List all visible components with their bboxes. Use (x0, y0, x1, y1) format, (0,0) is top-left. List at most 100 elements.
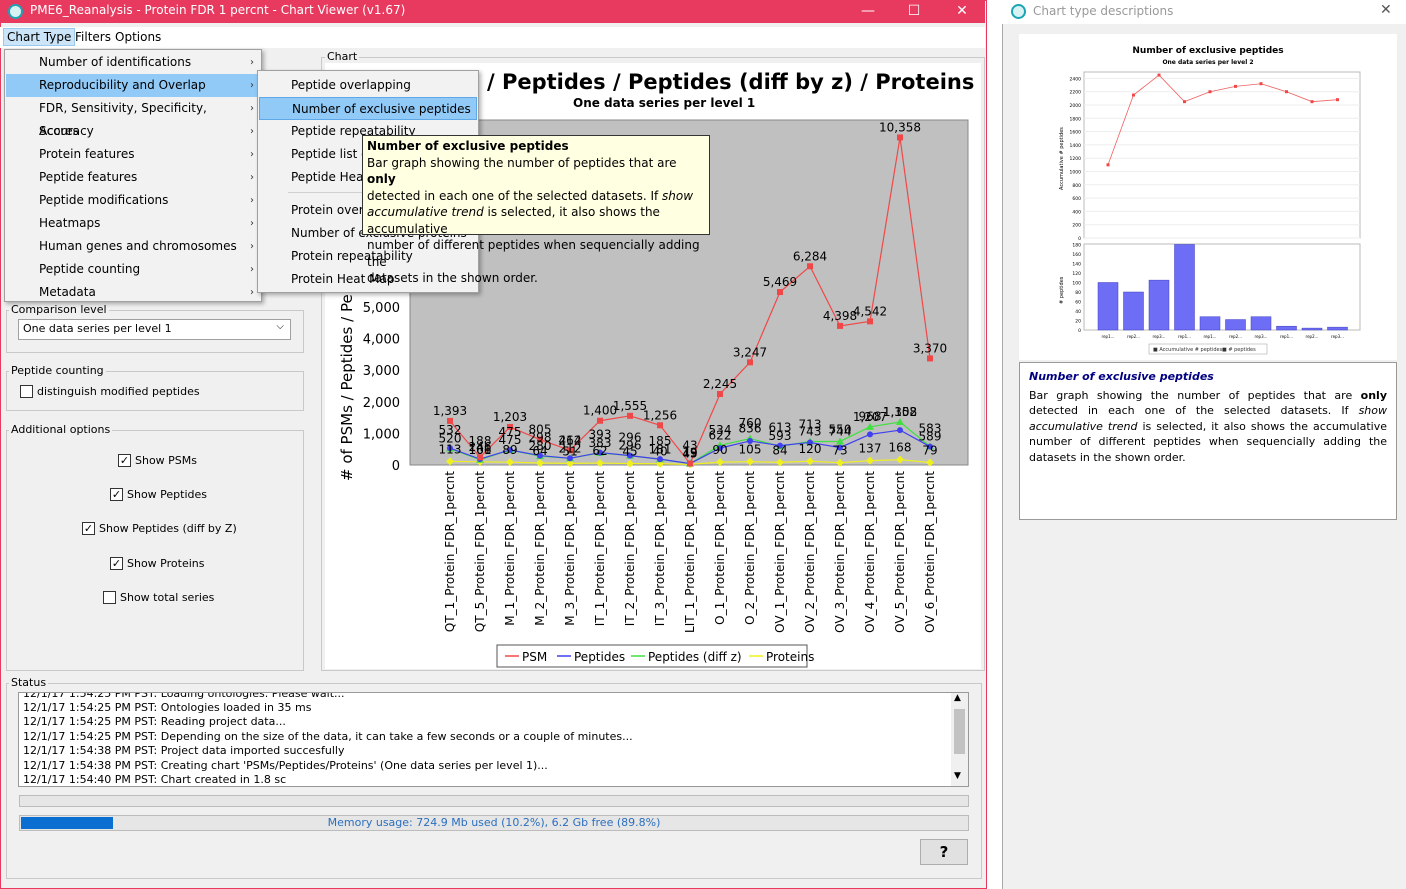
chevron-right-icon: › (250, 57, 254, 68)
data-label: 90 (712, 443, 727, 457)
submenu-item-peptide-overlapping[interactable]: Peptide overlapping (259, 74, 477, 97)
psm-point (747, 359, 753, 366)
preview-bar-y-tick: 60 (1075, 300, 1081, 306)
preview-y-label-bottom: # peptides (1059, 276, 1065, 304)
menu-item-peptide-modifications[interactable]: Peptide modifications › (6, 189, 260, 212)
menu-item-scores[interactable]: Scores › (6, 120, 260, 143)
preview-x-tick: rep1... (1102, 334, 1115, 339)
status-line: 12/1/17 1:54:25 PM PST: Depending on the… (23, 730, 633, 743)
x-tick-label: IT_2_Protein_FDR_1percnt (623, 471, 637, 627)
maximize-button[interactable]: ☐ (891, 0, 937, 23)
menu-item-reproducibility-and-overlap[interactable]: Reproducibility and Overlap › (6, 74, 260, 97)
app-icon (8, 4, 23, 19)
psm-point (837, 322, 843, 329)
y-tick-label: 3,000 (363, 364, 400, 379)
show-psms-checkbox[interactable]: ✓ Show PSMs (118, 454, 197, 467)
status-scrollbar[interactable]: ▲ ▼ (951, 693, 968, 786)
preview-bar (1148, 279, 1170, 331)
help-button[interactable]: ? (920, 839, 968, 865)
data-label: 105 (739, 443, 762, 457)
chart-group-label: Chart (325, 50, 360, 63)
show-peptides-checkbox[interactable]: ✓ Show Peptides (110, 488, 207, 501)
preview-y-tick: 200 (1072, 223, 1081, 229)
preview-y-tick: 400 (1072, 209, 1081, 215)
data-label: 6,284 (793, 249, 827, 263)
y-tick-label: 2,000 (363, 396, 400, 411)
preview-bar (1327, 326, 1348, 331)
psm-point (867, 318, 873, 325)
preview-y-tick: 1800 (1070, 116, 1082, 122)
data-label: 1,203 (493, 410, 527, 424)
close-button[interactable]: ✕ (939, 0, 985, 23)
scroll-up-icon[interactable]: ▲ (954, 693, 961, 703)
data-label: 589 (919, 429, 942, 443)
preview-legend-b: ■ # peptides (1222, 347, 1256, 353)
status-log[interactable]: 12/1/17 1:54:25 PM PST: Loading ontologi… (18, 692, 969, 787)
memory-bar: Memory usage: 724.9 Mb used (10.2%), 6.2… (19, 815, 969, 831)
y-tick-label: 5,000 (363, 301, 400, 316)
preview-bar-y-tick: 0 (1078, 328, 1081, 334)
scrollbar-thumb[interactable] (954, 709, 965, 754)
chevron-down-icon: ⌵ (276, 321, 284, 332)
data-label: 743 (799, 425, 822, 439)
menu-chart-type[interactable]: Chart Type (3, 28, 76, 46)
preview-bar (1301, 327, 1323, 331)
preview-y-tick: 2400 (1070, 76, 1082, 82)
menu-filters[interactable]: Filters (75, 30, 111, 44)
tooltip: Number of exclusive peptides Bar graph s… (362, 135, 710, 285)
data-label: 73 (832, 444, 847, 458)
x-tick-label: LIT_1_Protein_FDR_1percnt (683, 471, 697, 633)
chart-type-menu: Number of identifications › Reproducibili… (4, 49, 262, 302)
menu-item-metadata[interactable]: Metadata › (6, 281, 260, 304)
preview-legend-a: ■ Accumulative # peptides (1153, 347, 1223, 353)
data-label: 101 (469, 443, 492, 457)
menu-item-heatmaps[interactable]: Heatmaps › (6, 212, 260, 235)
preview-x-tick: rep1... (1204, 334, 1217, 339)
menu-item-peptide-features[interactable]: Peptide features › (6, 166, 260, 189)
distinguish-modified-checkbox[interactable]: distinguish modified peptides (20, 385, 200, 398)
preview-bar-y-tick: 100 (1072, 281, 1081, 287)
psm-point (687, 460, 693, 467)
minimize-button[interactable]: — (845, 0, 891, 23)
preview-y-tick: 1000 (1070, 170, 1082, 176)
data-label: 62 (592, 444, 607, 458)
description-text: Bar graph showing the number of peptides… (1029, 388, 1387, 464)
data-label: 1,256 (643, 408, 677, 422)
show-proteins-checkbox[interactable]: ✓ Show Proteins (110, 557, 204, 570)
legend-label: Peptides (574, 650, 625, 664)
x-tick-label: M_1_Protein_FDR_1percnt (503, 471, 517, 626)
data-label: 120 (799, 442, 822, 456)
menu-item-protein-features[interactable]: Protein features › (6, 143, 260, 166)
data-label: 40 (652, 445, 667, 459)
comparison-level-select[interactable]: One data series per level 1 ⌵ (18, 319, 291, 340)
status-line: 12/1/17 1:54:25 PM PST: Loading ontologi… (23, 692, 345, 700)
data-label: 3,370 (913, 341, 947, 355)
menu-item-number-of-identifications[interactable]: Number of identifications › (6, 51, 260, 74)
data-label: 168 (889, 441, 912, 455)
show-peptides-diff-z-checkbox[interactable]: ✓ Show Peptides (diff by Z) (82, 522, 237, 535)
preview-bar-y-tick: 120 (1072, 271, 1081, 277)
scroll-down-icon[interactable]: ▼ (954, 771, 961, 781)
menu-item-human-genes[interactable]: Human genes and chromosomes › (6, 235, 260, 258)
preview-y-tick: 2000 (1070, 103, 1082, 109)
submenu-item-number-of-exclusive-peptides[interactable]: Number of exclusive peptides (259, 97, 477, 120)
legend-label: PSM (522, 650, 547, 664)
preview-x-tick: rep2... (1229, 334, 1242, 339)
menu-item-peptide-counting[interactable]: Peptide counting › (6, 258, 260, 281)
preview-bar (1174, 244, 1195, 331)
tooltip-line: accumulative trend is selected, it also … (367, 205, 660, 236)
menu-options[interactable]: Options (115, 30, 161, 44)
data-label: 137 (859, 442, 882, 456)
menu-item-fdr[interactable]: FDR, Sensitivity, Specificity, Accuracy › (6, 97, 260, 138)
preview-line-point (1234, 84, 1237, 88)
title-bar: PME6_Reanalysis - Protein FDR 1 percnt -… (0, 0, 985, 23)
app-icon (1011, 4, 1026, 19)
chevron-right-icon: › (250, 80, 254, 91)
preview-y-tick: 1200 (1070, 156, 1082, 162)
chart-title: / Peptides / Peptides (diff by z) / Prot… (487, 70, 974, 94)
show-total-series-checkbox[interactable]: Show total series (103, 591, 214, 604)
preview-top-plot (1083, 71, 1361, 239)
close-icon[interactable]: ✕ (1380, 2, 1392, 18)
data-label: 744 (829, 424, 852, 438)
comparison-level-value: One data series per level 1 (23, 322, 172, 335)
